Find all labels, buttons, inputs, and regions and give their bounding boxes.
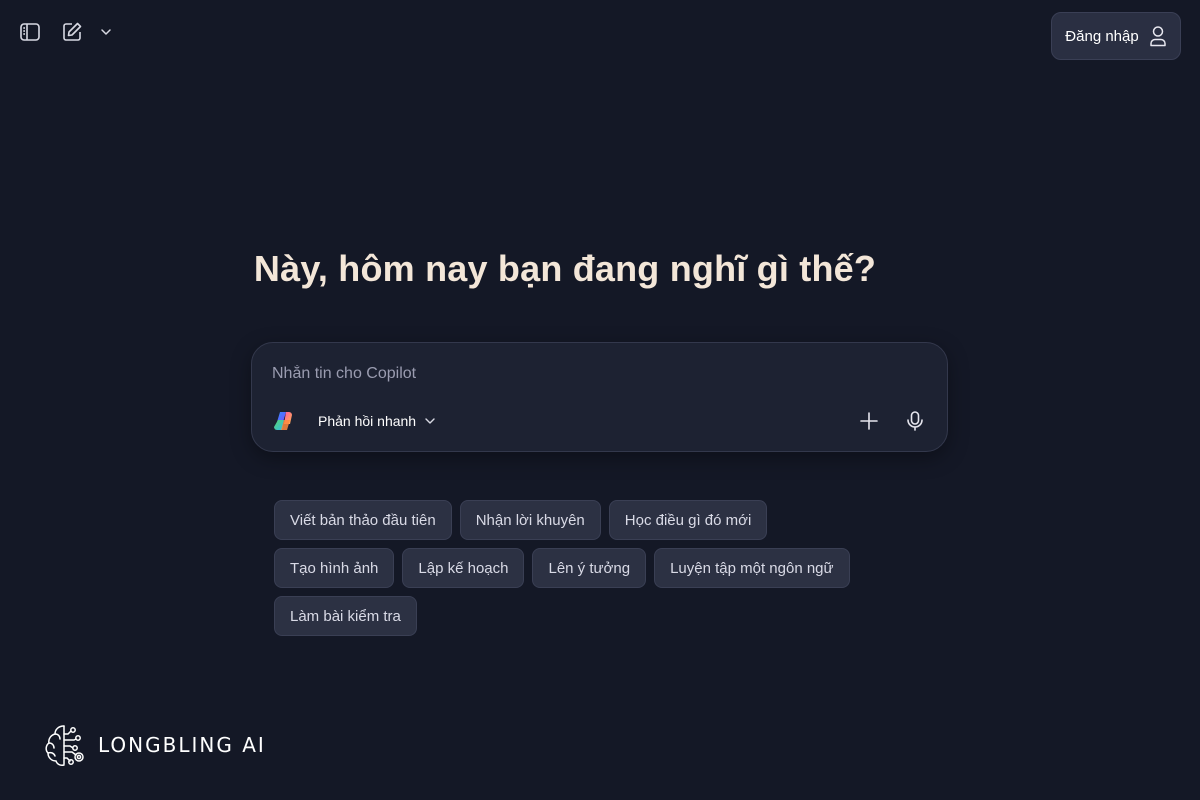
composer-footer: Phản hồi nhanh [272, 409, 927, 433]
suggestion-chip[interactable]: Luyện tập một ngôn ngữ [654, 548, 850, 588]
chevron-down-icon [101, 29, 111, 35]
message-input[interactable] [272, 363, 912, 385]
suggestion-chip[interactable]: Lập kế hoạch [402, 548, 525, 588]
suggestion-chip[interactable]: Nhận lời khuyên [459, 500, 601, 540]
microphone-icon [907, 411, 923, 431]
chevron-down-icon [425, 418, 435, 424]
response-mode-dropdown[interactable]: Phản hồi nhanh [318, 413, 436, 429]
suggestion-chip[interactable]: Làm bài kiểm tra [274, 596, 417, 636]
login-button-label: Đăng nhập [1065, 27, 1139, 45]
suggestion-chip[interactable]: Tạo hình ảnh [274, 548, 395, 588]
sidebar-toggle-button[interactable] [18, 20, 42, 44]
mode-group: Phản hồi nhanh [272, 409, 436, 433]
composer-actions [857, 409, 927, 433]
message-composer: Phản hồi nhanh [251, 342, 948, 452]
page-title: Này, hôm nay bạn đang nghĩ gì thế? [253, 248, 877, 289]
plus-icon [860, 412, 878, 430]
voice-input-button[interactable] [903, 409, 927, 433]
compose-icon [63, 22, 82, 41]
new-chat-options-button[interactable] [94, 20, 118, 44]
brand-name: LONGBLING AI [98, 733, 266, 757]
response-mode-label: Phản hồi nhanh [318, 413, 417, 429]
suggestion-chip[interactable]: Viết bản thảo đầu tiên [274, 500, 452, 540]
sidebar-icon [20, 23, 40, 41]
brain-circuit-icon [45, 725, 84, 766]
login-button[interactable]: Đăng nhập [1051, 12, 1181, 60]
user-icon [1149, 26, 1166, 47]
suggestion-chip[interactable]: Học điều gì đó mới [608, 500, 768, 540]
copilot-logo-icon [274, 412, 292, 430]
add-attachment-button[interactable] [857, 409, 881, 433]
copilot-home: Đăng nhập Này, hôm nay bạn đang nghĩ gì … [0, 0, 1200, 800]
top-toolbar [18, 20, 118, 44]
suggestion-chips: Viết bản thảo đầu tiên Nhận lời khuyên H… [274, 500, 894, 636]
suggestion-chip[interactable]: Lên ý tưởng [532, 548, 647, 588]
brand-logo: LONGBLING AI [44, 722, 266, 768]
new-chat-button[interactable] [60, 20, 84, 44]
